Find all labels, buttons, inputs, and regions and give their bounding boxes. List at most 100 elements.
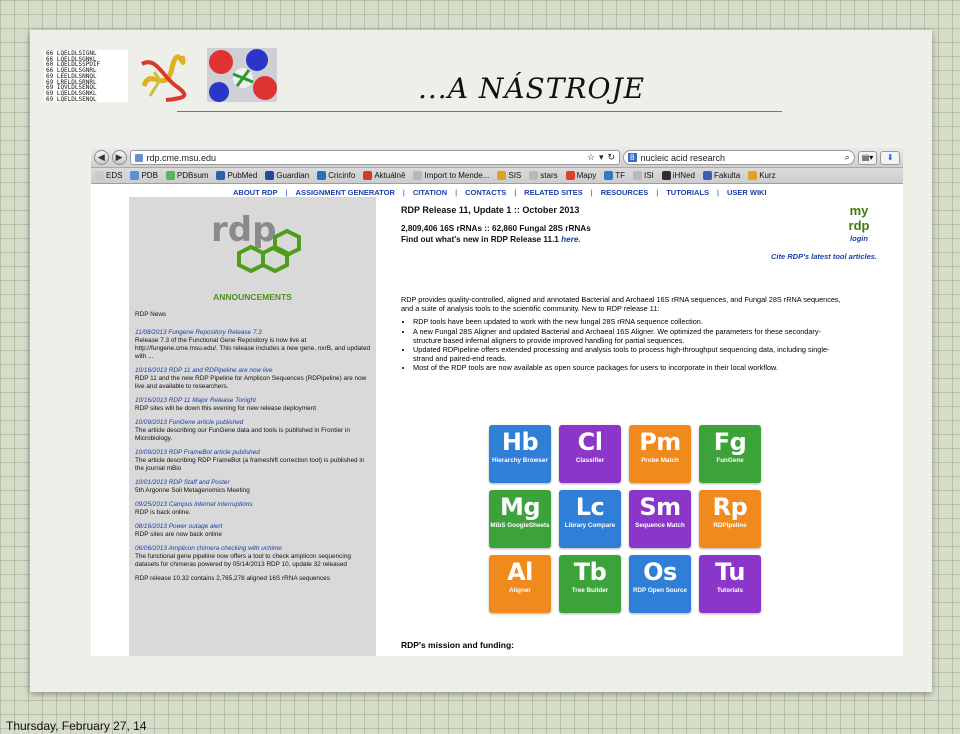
bookmark-icon — [317, 171, 327, 180]
bookmark-icon — [216, 171, 226, 180]
bookmark-item[interactable]: Import to Mende... — [413, 171, 489, 180]
nav-link[interactable]: ABOUT RDP — [233, 188, 278, 197]
download-button[interactable]: ⬇ — [880, 150, 900, 165]
browser-window: ◀ ▶ rdp.cme.msu.edu ☆ ▾ ↻ 8 nucleic acid… — [91, 148, 903, 656]
dropdown-icon[interactable]: ▾ — [599, 152, 604, 163]
news-title-link[interactable]: 10/16/2013 RDP 11 and RDPipeline are now… — [135, 367, 373, 375]
bookmark-item[interactable]: EDS — [95, 171, 122, 180]
tool-tile[interactable]: Hb Hierarchy Browser — [489, 425, 551, 483]
sequence-line: 69 LQELDLSENQL — [46, 95, 97, 102]
bookmark-item[interactable]: TF — [604, 171, 625, 180]
intro-paragraph: RDP provides quality-controlled, aligned… — [401, 295, 841, 314]
bookmark-icon — [265, 171, 275, 180]
search-icon[interactable]: ⌕ — [845, 152, 850, 163]
bookmark-item[interactable]: Mapy — [565, 171, 597, 180]
news-item: 10/09/2013 RDP FrameBot article publishe… — [135, 449, 373, 473]
news-title-link[interactable]: 09/25/2013 Campus internet interruptions — [135, 501, 373, 509]
bookmark-star-icon[interactable]: ☆ — [587, 152, 595, 163]
tool-tile[interactable]: Fg FunGene — [699, 425, 761, 483]
bookmark-item[interactable]: Kurz — [748, 171, 776, 180]
news-title-link[interactable]: 06/06/2013 Amplicon chimera checking wit… — [135, 545, 373, 553]
announcements-heading: ANNOUNCEMENTS — [213, 292, 292, 302]
news-item: 11/08/2013 Fungene Repository Release 7.… — [135, 329, 373, 361]
bookmark-item[interactable]: PDB — [130, 171, 158, 180]
tool-tile[interactable]: Pm Probe Match — [629, 425, 691, 483]
tool-tile[interactable]: Tu Tutorials — [699, 555, 761, 613]
tool-tile[interactable]: Mg MibS GoogleSheets — [489, 490, 551, 548]
bookmark-item[interactable]: stars — [529, 171, 558, 180]
reload-icon[interactable]: ↻ — [608, 152, 616, 163]
bookmark-label: Aktuálně — [374, 171, 406, 180]
my-rdp-login[interactable]: my rdp login — [839, 203, 879, 249]
bookmark-item[interactable]: PubMed — [216, 171, 257, 180]
nav-link[interactable]: CONTACTS — [465, 188, 506, 197]
nav-link[interactable]: TUTORIALS — [666, 188, 709, 197]
bookmark-label: PDBsum — [176, 171, 209, 180]
bookmark-icon — [565, 171, 575, 180]
forward-button[interactable]: ▶ — [111, 150, 127, 165]
news-title-link[interactable]: 10/01/2013 RDP Staff and Poster — [135, 479, 373, 487]
search-input[interactable]: nucleic acid research — [641, 153, 841, 163]
search-bar[interactable]: 8 nucleic acid research ⌕ — [623, 150, 855, 165]
news-item: 09/25/2013 Campus internet interruptions… — [135, 501, 373, 517]
tool-name: Probe Match — [641, 457, 679, 464]
whats-new-link[interactable]: here. — [561, 235, 581, 244]
search-engine-icon[interactable]: 8 — [628, 153, 637, 162]
whats-new-text: Find out what's new in RDP Release 11.1 — [401, 235, 559, 244]
bookmark-item[interactable]: ISI — [632, 171, 654, 180]
tool-symbol: Fg — [713, 428, 747, 456]
tool-tile[interactable]: Tb Tree Builder — [559, 555, 621, 613]
release-bullet: RDP tools have been updated to work with… — [413, 317, 847, 326]
news-body: RDP sites are now back online — [135, 531, 222, 538]
back-button[interactable]: ◀ — [94, 150, 109, 165]
nav-link[interactable]: CITATION — [413, 188, 447, 197]
bookmark-item[interactable]: Fakulta — [702, 171, 740, 180]
tool-tile[interactable]: Rp RDPipeline — [699, 490, 761, 548]
tool-tile[interactable]: Lc Library Compare — [559, 490, 621, 548]
tool-name: MibS GoogleSheets — [490, 522, 550, 529]
bookmark-item[interactable]: SIS — [497, 171, 521, 180]
tool-symbol: Rp — [712, 493, 748, 521]
bookmark-item[interactable]: Aktuálně — [363, 171, 405, 180]
bookmark-item[interactable]: Guardian — [265, 171, 309, 180]
news-title-link[interactable]: 10/16/2013 RDP 11 Major Release Tonight — [135, 397, 373, 405]
tool-tile[interactable]: Cl Classifier — [559, 425, 621, 483]
bookmark-icon — [604, 171, 614, 180]
nav-link[interactable]: RESOURCES — [601, 188, 649, 197]
release-bullet: A new Fungal 28S Aligner and updated Bac… — [413, 327, 847, 345]
bookmark-icon — [702, 171, 712, 180]
bookmark-item[interactable]: iHNed — [661, 171, 695, 180]
history-button[interactable]: ▤▾ — [857, 150, 878, 165]
cite-link[interactable]: Cite RDP's latest tool articles. — [771, 252, 877, 261]
tool-name: Tutorials — [716, 587, 744, 594]
news-title-link[interactable]: 10/09/2013 FunGene article published — [135, 419, 373, 427]
tool-name: Library Compare — [564, 522, 616, 529]
bookmark-item[interactable]: Cricinfo — [317, 171, 355, 180]
news-title-link[interactable]: 10/09/2013 RDP FrameBot article publishe… — [135, 449, 373, 457]
bookmark-label: PDB — [141, 171, 158, 180]
tool-tile[interactable]: Sm Sequence Match — [629, 490, 691, 548]
tool-tile[interactable]: Al Aligner — [489, 555, 551, 613]
bookmark-label: Mapy — [576, 171, 597, 180]
news-heading: RDP News — [135, 311, 167, 318]
news-item: 10/16/2013 RDP 11 Major Release Tonight R… — [135, 397, 373, 413]
bookmarks-bar: EDS PDB PDBsum PubMed Guardian Cricinfo Aktuál… — [91, 168, 903, 184]
nav-link[interactable]: ASSIGNMENT GENERATOR — [296, 188, 395, 197]
rdp-logo[interactable]: rdp — [209, 207, 309, 285]
nav-separator: | — [590, 187, 593, 197]
tool-name: Tree Builder — [571, 587, 609, 594]
nav-link[interactable]: USER WIKI — [727, 188, 767, 197]
bookmark-icon — [748, 171, 758, 180]
nav-link[interactable]: RELATED SITES — [524, 188, 583, 197]
bookmark-label: PubMed — [227, 171, 258, 180]
news-body: RDP is back online. — [135, 509, 191, 516]
tool-symbol: Pm — [639, 428, 681, 456]
login-link[interactable]: login — [839, 234, 879, 243]
news-title-link[interactable]: 11/08/2013 Fungene Repository Release 7.… — [135, 329, 373, 337]
bookmark-item[interactable]: PDBsum — [165, 171, 209, 180]
news-title-link[interactable]: 08/16/2013 Power outage alert — [135, 523, 373, 531]
news-body: The article describing our FunGene data … — [135, 427, 350, 442]
address-bar[interactable]: rdp.cme.msu.edu ☆ ▾ ↻ — [129, 150, 621, 165]
tool-tile[interactable]: Os RDP Open Source — [629, 555, 691, 613]
announcements-sidebar: rdp ANNOUNCEMENTS RDP News 11/08/2013 Fu… — [129, 197, 376, 656]
